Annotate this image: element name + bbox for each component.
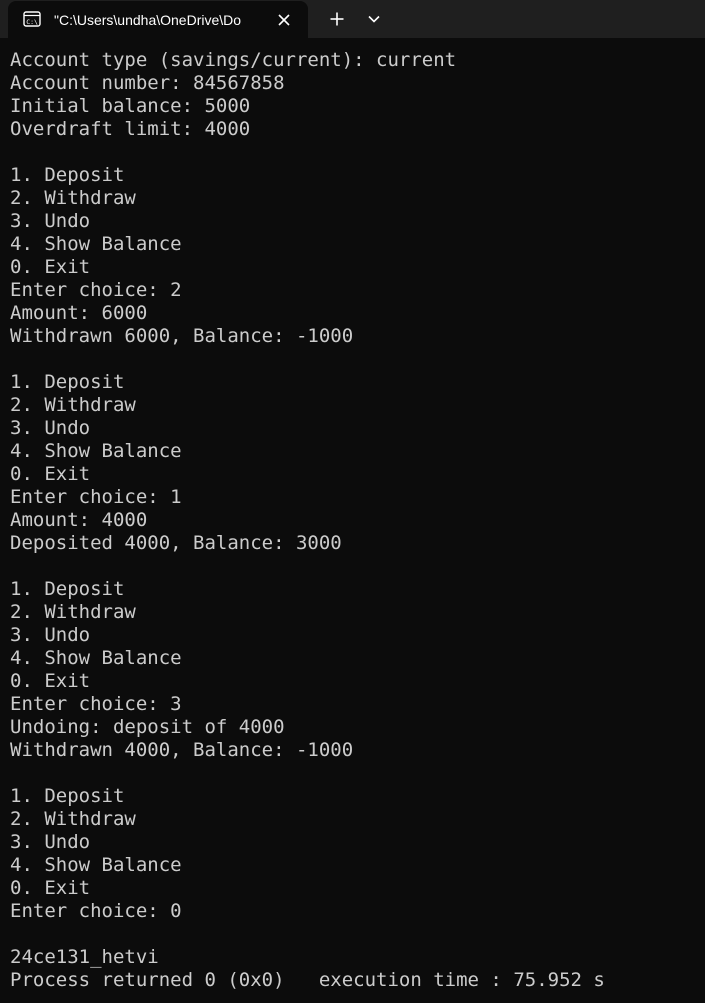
console-line: 1. Deposit <box>10 371 125 393</box>
console-output[interactable]: Account type (savings/current): current A… <box>10 49 700 992</box>
console-line: 3. Undo <box>10 831 91 853</box>
console-line: 2. Withdraw <box>10 808 136 830</box>
console-line: Overdraft limit: 4000 <box>10 118 251 140</box>
console-line: 4. Show Balance <box>10 233 182 255</box>
svg-text:C:\: C:\ <box>26 18 38 26</box>
console-icon: C:\ <box>23 10 41 28</box>
chevron-down-icon <box>368 15 380 23</box>
console-line: 0. Exit <box>10 877 91 899</box>
console-line: Initial balance: 5000 <box>10 95 251 117</box>
console-line: 3. Undo <box>10 624 91 646</box>
console-line: Undoing: deposit of 4000 <box>10 716 285 738</box>
console-line: 0. Exit <box>10 670 91 692</box>
terminal-tab[interactable]: C:\ "C:\Users\undha\OneDrive\Do <box>8 1 308 38</box>
console-line: Process returned 0 (0x0) execution time … <box>10 969 605 991</box>
close-icon[interactable] <box>274 10 294 30</box>
console-line: Enter choice: 3 <box>10 693 182 715</box>
console-line: 1. Deposit <box>10 164 125 186</box>
console-line: Enter choice: 2 <box>10 279 182 301</box>
console-line: Withdrawn 4000, Balance: -1000 <box>10 739 354 761</box>
terminal-window: C:\ "C:\Users\undha\OneDrive\Do Account … <box>0 0 705 1003</box>
console-line: 4. Show Balance <box>10 647 182 669</box>
tab-title: "C:\Users\undha\OneDrive\Do <box>54 12 242 28</box>
console-line: 3. Undo <box>10 210 91 232</box>
console-line: Deposited 4000, Balance: 3000 <box>10 532 342 554</box>
console-line: Account number: 84567858 <box>10 72 285 94</box>
console-line: 4. Show Balance <box>10 854 182 876</box>
console-line: Amount: 4000 <box>10 509 148 531</box>
console-line: 0. Exit <box>10 463 91 485</box>
console-line: Withdrawn 6000, Balance: -1000 <box>10 325 354 347</box>
console-line: Enter choice: 0 <box>10 900 182 922</box>
console-line: 3. Undo <box>10 417 91 439</box>
console-line: 1. Deposit <box>10 578 125 600</box>
console-line: 4. Show Balance <box>10 440 182 462</box>
console-line: 2. Withdraw <box>10 601 136 623</box>
tab-dropdown-button[interactable] <box>360 6 388 32</box>
console-line: 2. Withdraw <box>10 187 136 209</box>
console-line: 2. Withdraw <box>10 394 136 416</box>
console-line: 24ce131_hetvi <box>10 946 159 968</box>
console-line: Account type (savings/current): current <box>10 49 457 71</box>
new-tab-button[interactable] <box>318 6 356 32</box>
console-line: 0. Exit <box>10 256 91 278</box>
console-line: Enter choice: 1 <box>10 486 182 508</box>
plus-icon <box>330 12 344 26</box>
console-line: Amount: 6000 <box>10 302 148 324</box>
console-line: 1. Deposit <box>10 785 125 807</box>
tab-bar: C:\ "C:\Users\undha\OneDrive\Do <box>0 0 705 38</box>
